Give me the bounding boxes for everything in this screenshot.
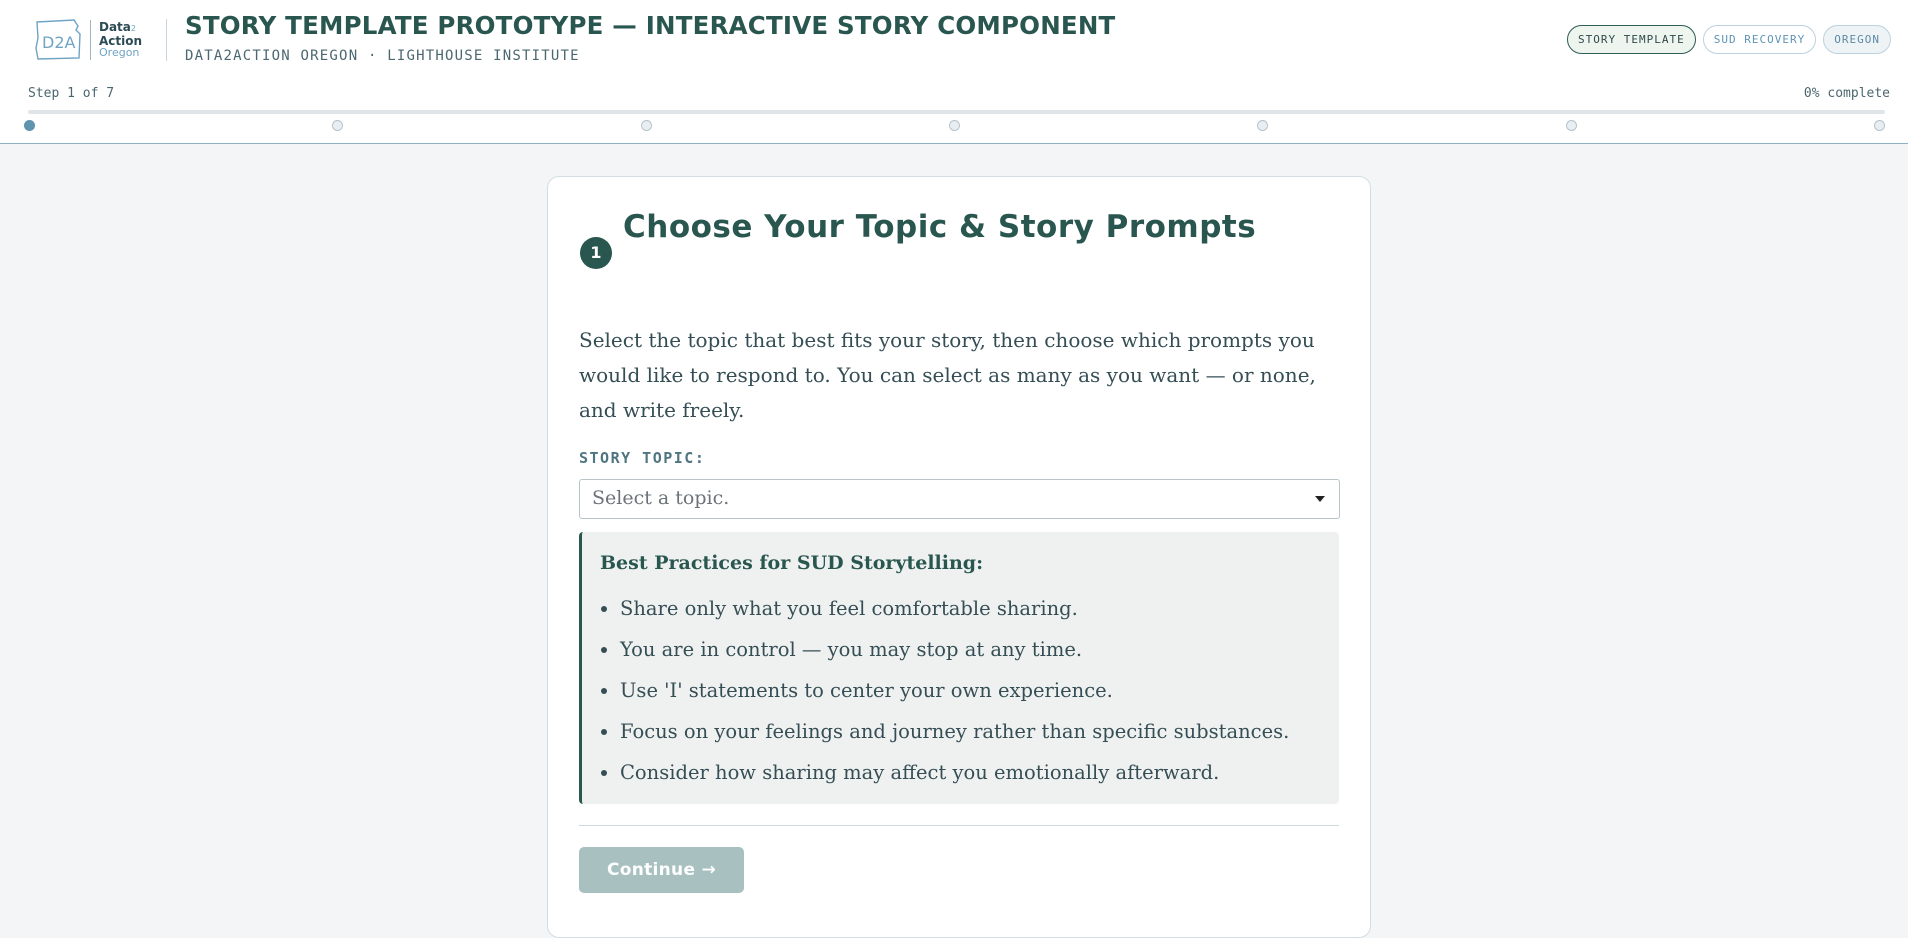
logo-divider <box>90 20 91 60</box>
best-practices-panel: Best Practices for SUD Storytelling: Sha… <box>579 532 1339 804</box>
best-practices-title: Best Practices for SUD Storytelling: <box>600 552 984 574</box>
story-topic-placeholder: Select a topic. <box>592 487 730 509</box>
list-item: Share only what you feel comfortable sha… <box>620 588 1289 629</box>
d2a-logo: D2A Data2 Action Oregon <box>34 18 166 62</box>
progress-steps <box>24 120 1888 132</box>
list-item: Use 'I' statements to center your own ex… <box>620 670 1289 711</box>
app-header: D2A Data2 Action Oregon STORY TEMPLATE P… <box>0 0 1908 144</box>
card-divider <box>579 825 1339 826</box>
caret-down-icon <box>1315 496 1325 502</box>
progress-track <box>28 110 1885 114</box>
progress-step-2 <box>332 120 343 131</box>
continue-button[interactable]: Continue → <box>579 847 744 893</box>
logo-word-oregon: Oregon <box>99 46 140 59</box>
list-item: Consider how sharing may affect you emot… <box>620 752 1289 793</box>
progress-step-4 <box>949 120 960 131</box>
logo-mark-text: D2A <box>42 33 76 52</box>
header-tags: STORY TEMPLATE SUD RECOVERY OREGON <box>1567 25 1891 54</box>
step-title: Choose Your Topic & Story Prompts <box>623 209 1257 245</box>
step-card: 1 Choose Your Topic & Story Prompts Sele… <box>547 176 1371 938</box>
header-divider <box>166 19 167 61</box>
step-number-badge: 1 <box>580 237 612 269</box>
progress-step-5 <box>1257 120 1268 131</box>
tag-story-template[interactable]: STORY TEMPLATE <box>1567 25 1696 54</box>
list-item: You are in control — you may stop at any… <box>620 629 1289 670</box>
progress-step-6 <box>1566 120 1577 131</box>
list-item: Focus on your feelings and journey rathe… <box>620 711 1289 752</box>
progress-step-1 <box>24 120 35 131</box>
story-topic-select[interactable]: Select a topic. <box>579 479 1340 519</box>
progress-step-3 <box>641 120 652 131</box>
page-title: STORY TEMPLATE PROTOTYPE — INTERACTIVE S… <box>185 11 1116 40</box>
story-topic-label: STORY TOPIC: <box>579 449 706 467</box>
page-subtitle: DATA2ACTION OREGON · LIGHTHOUSE INSTITUT… <box>185 48 580 64</box>
step-intro: Select the topic that best fits your sto… <box>579 328 1316 422</box>
tag-sud-recovery[interactable]: SUD RECOVERY <box>1702 25 1817 54</box>
progress-step-7 <box>1874 120 1885 131</box>
step-counter: Step 1 of 7 <box>28 86 115 101</box>
logo-wordmark: Data2 Action Oregon <box>99 21 142 59</box>
tag-oregon[interactable]: OREGON <box>1823 25 1891 54</box>
percent-complete: 0% complete <box>1803 86 1890 101</box>
logo-word-data: Data2 <box>99 20 136 34</box>
oregon-outline-icon: D2A <box>35 19 81 60</box>
best-practices-list: Share only what you feel comfortable sha… <box>600 588 1289 793</box>
